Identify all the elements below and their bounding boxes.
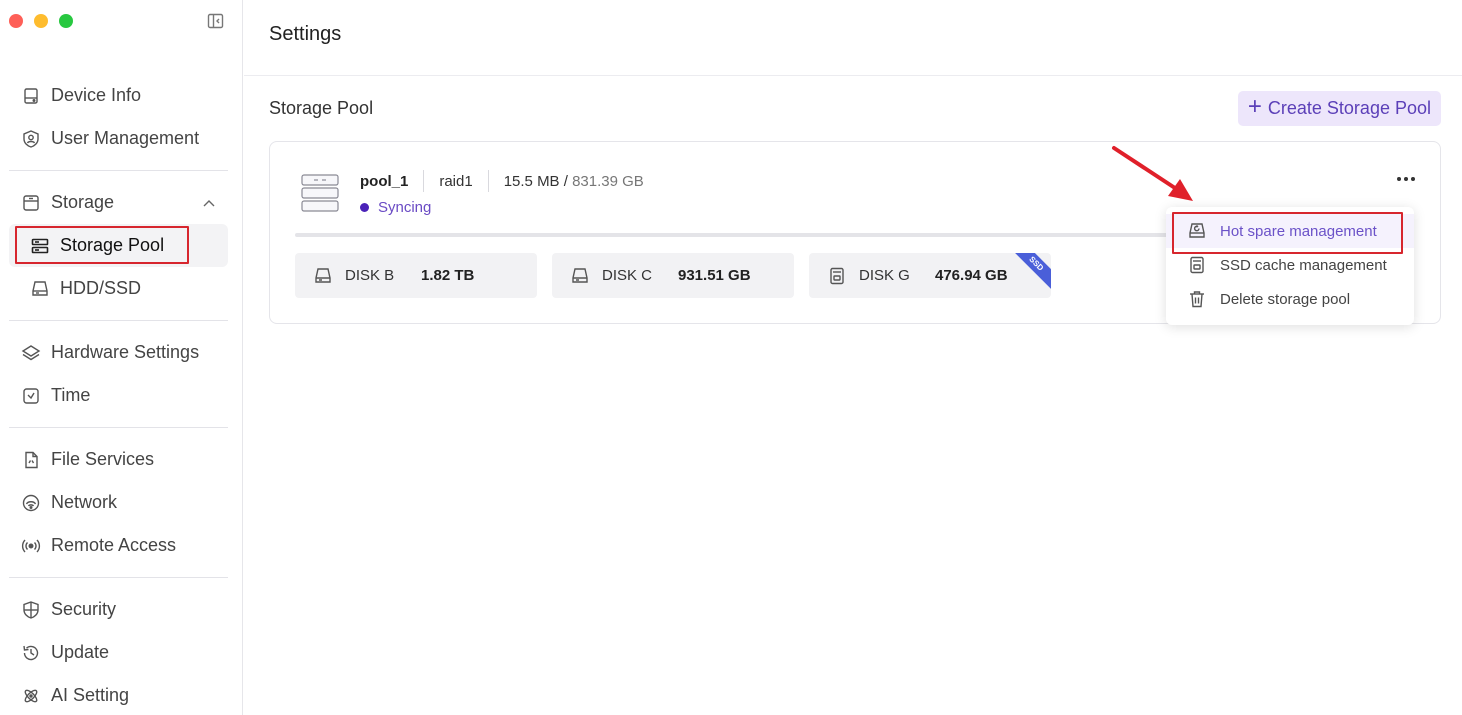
menu-item-label: SSD cache management <box>1220 256 1387 274</box>
device-icon <box>21 86 41 106</box>
window-close-button[interactable] <box>9 14 23 28</box>
sidebar-item-file-services[interactable]: File Services <box>9 438 228 481</box>
trash-icon <box>1187 289 1207 309</box>
pool-status: Syncing <box>360 199 431 216</box>
section-header: Storage Pool + Create Storage Pool <box>269 91 1441 126</box>
chevron-up-icon <box>202 195 216 209</box>
sidebar-item-storage[interactable]: Storage <box>9 181 228 224</box>
pool-usage-bar <box>295 233 1200 237</box>
hdd-icon <box>30 279 50 299</box>
sidebar: Device Info User Management Storage Stor… <box>0 0 243 715</box>
page-title: Settings <box>269 23 342 45</box>
window-minimize-button[interactable] <box>34 14 48 28</box>
history-icon <box>21 643 41 663</box>
sidebar-divider <box>9 427 228 428</box>
plus-icon: + <box>1247 93 1262 120</box>
sidebar-item-label: User Management <box>51 128 200 148</box>
more-options-button[interactable] <box>1394 169 1418 189</box>
disk-name: DISK G <box>859 267 910 284</box>
pool-name: pool_1 <box>360 172 409 190</box>
pool-size-separator: / <box>563 172 568 190</box>
meta-separator <box>423 170 425 192</box>
sidebar-divider <box>9 320 228 321</box>
hdd-icon <box>313 266 333 286</box>
broadcast-icon <box>21 536 41 556</box>
pool-total: 831.39 GB <box>572 172 644 190</box>
menu-item-ssd-cache-management[interactable]: SSD cache management <box>1166 248 1414 282</box>
section-title: Storage Pool <box>269 98 374 118</box>
file-icon <box>21 450 41 470</box>
storage-pool-icon <box>301 174 339 212</box>
pool-capacity: 15.5 MB / 831.39 GB <box>504 173 644 190</box>
sidebar-item-label: Device Info <box>51 85 142 105</box>
pool-options-menu: Hot spare management SSD cache managemen… <box>1166 207 1414 325</box>
user-icon <box>21 129 41 149</box>
create-storage-pool-label: Create Storage Pool <box>1267 98 1431 118</box>
hot-spare-icon <box>1187 221 1207 241</box>
sidebar-item-label: Storage Pool <box>60 235 165 255</box>
top-bar: Settings <box>244 0 1462 76</box>
disk-size: 1.82 TB <box>421 267 475 284</box>
pool-raid-level: raid1 <box>439 172 473 190</box>
sidebar-item-label: HDD/SSD <box>60 278 142 298</box>
sidebar-nav: Device Info User Management Storage Stor… <box>9 74 228 715</box>
hdd-icon <box>570 266 590 286</box>
clock-icon <box>21 386 41 406</box>
create-storage-pool-button[interactable]: + Create Storage Pool <box>1237 91 1441 126</box>
disk-item: DISK B 1.82 TB <box>295 253 537 298</box>
sidebar-item-update[interactable]: Update <box>9 631 228 674</box>
sidebar-divider <box>9 170 228 171</box>
sidebar-item-label: Storage <box>51 192 115 212</box>
disk-item: DISK G 476.94 GB SSD <box>809 253 1051 298</box>
disk-size: 931.51 GB <box>678 267 751 284</box>
sidebar-item-label: AI Setting <box>51 685 130 705</box>
pool-meta: pool_1 raid1 15.5 MB / 831.39 GB <box>360 170 644 192</box>
menu-item-label: Delete storage pool <box>1220 290 1351 308</box>
sidebar-item-label: File Services <box>51 449 155 469</box>
sidebar-item-ai-setting[interactable]: AI Setting <box>9 674 228 715</box>
ssd-badge: SSD <box>1006 253 1051 294</box>
sidebar-item-label: Update <box>51 642 110 662</box>
status-dot <box>360 203 369 212</box>
ssd-cache-icon <box>1187 255 1207 275</box>
ssd-icon <box>827 266 847 286</box>
storage-pool-icon <box>30 236 50 256</box>
disk-name: DISK C <box>602 267 653 284</box>
ai-icon <box>21 686 41 706</box>
sidebar-divider <box>9 577 228 578</box>
disk-name: DISK B <box>345 267 395 284</box>
disk-size: 476.94 GB <box>935 267 1008 284</box>
disk-item: DISK C 931.51 GB <box>552 253 794 298</box>
sidebar-item-remote-access[interactable]: Remote Access <box>9 524 228 567</box>
menu-item-delete-storage-pool[interactable]: Delete storage pool <box>1166 282 1414 316</box>
storage-icon <box>21 193 41 213</box>
sidebar-item-label: Hardware Settings <box>51 342 200 362</box>
sidebar-item-label: Remote Access <box>51 535 177 555</box>
sidebar-item-hardware-settings[interactable]: Hardware Settings <box>9 331 228 374</box>
sidebar-item-user-management[interactable]: User Management <box>9 117 228 160</box>
layers-icon <box>21 343 41 363</box>
pool-status-label: Syncing <box>378 199 432 216</box>
sidebar-item-hdd-ssd[interactable]: HDD/SSD <box>9 267 228 310</box>
sidebar-item-storage-pool[interactable]: Storage Pool <box>9 224 228 267</box>
sidebar-item-label: Network <box>51 492 118 512</box>
window-controls <box>9 14 73 28</box>
sidebar-item-security[interactable]: Security <box>9 588 228 631</box>
sidebar-item-network[interactable]: Network <box>9 481 228 524</box>
meta-separator <box>487 170 489 192</box>
app-window: Device Info User Management Storage Stor… <box>0 0 1462 715</box>
sidebar-item-time[interactable]: Time <box>9 374 228 417</box>
network-icon <box>21 493 41 513</box>
sidebar-collapse-icon[interactable] <box>207 13 225 29</box>
sidebar-item-device-info[interactable]: Device Info <box>9 74 228 117</box>
menu-item-label: Hot spare management <box>1220 222 1377 240</box>
disk-list: DISK B 1.82 TB DISK C 931.51 GB DISK G 4… <box>295 253 1051 298</box>
pool-used: 15.5 MB <box>503 172 560 190</box>
menu-item-hot-spare-management[interactable]: Hot spare management <box>1166 212 1414 254</box>
window-zoom-button[interactable] <box>59 14 73 28</box>
shield-icon <box>21 600 41 620</box>
sidebar-item-label: Time <box>51 385 91 405</box>
sidebar-item-label: Security <box>51 599 117 619</box>
main-content: Settings Storage Pool + Create Storage P… <box>244 0 1462 715</box>
